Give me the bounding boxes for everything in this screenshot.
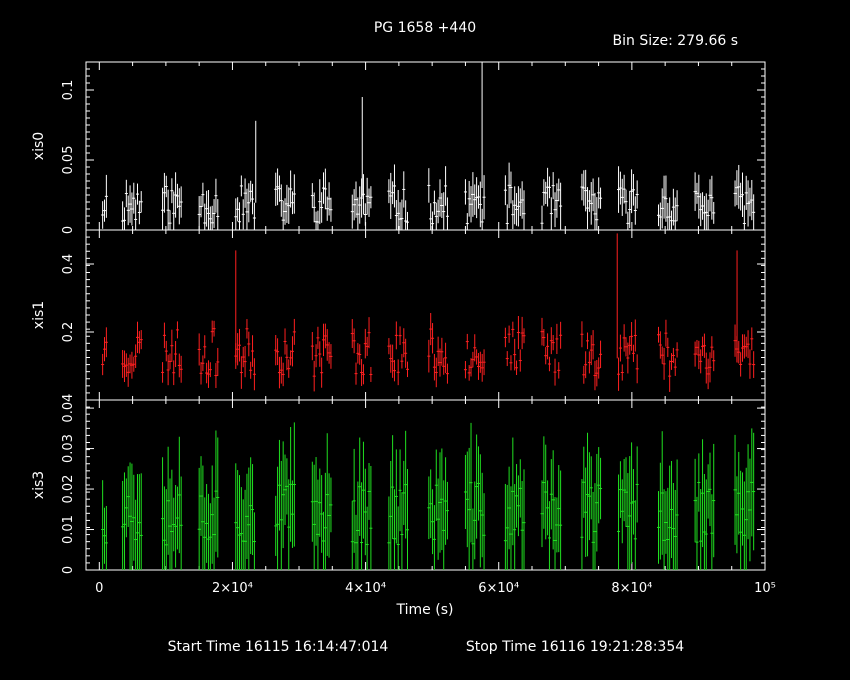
panel-frame — [85, 229, 766, 401]
y-tick-label: 0 — [61, 226, 76, 234]
panel-frame — [85, 61, 766, 231]
y-tick-label: 0.4 — [61, 254, 76, 275]
x-tick-label: 2×10⁴ — [212, 581, 253, 596]
y-axis-label: xis3 — [31, 471, 47, 499]
x-tick-label: 4×10⁴ — [345, 581, 386, 596]
x-tick-label: 10⁵ — [754, 581, 776, 596]
chart-title: PG 1658 +440 — [374, 20, 476, 36]
panel-xis0: 0 0.05 0.1 xis0 — [31, 61, 766, 234]
x-tick-label: 0 — [95, 581, 103, 596]
y-tick-label: 0.02 — [61, 475, 76, 504]
y-axis-label: xis1 — [31, 301, 47, 329]
light-curve-figure: PG 1658 +440 Bin Size: 279.66 s 0 0.05 0.1… — [31, 20, 776, 655]
y-axis-label: xis0 — [31, 132, 47, 160]
y-tick-label: 0.01 — [61, 515, 76, 544]
y-tick-label: 0 — [61, 566, 76, 574]
y-tick-label: 0.05 — [61, 146, 76, 175]
y-tick-label: 0.04 — [61, 394, 76, 423]
y-tick-label: 0.1 — [61, 80, 76, 101]
x-axis-label: Time (s) — [396, 602, 454, 618]
stop-time-label: Stop Time 16116 19:21:28:354 — [466, 639, 684, 655]
x-tick-label: 6×10⁴ — [478, 581, 519, 596]
x-tick-label: 8×10⁴ — [611, 581, 652, 596]
panel-xis1: 0.2 0.4 xis1 — [31, 229, 766, 401]
y-tick-label: 0.03 — [61, 434, 76, 463]
panel-frame — [85, 399, 766, 571]
y-tick-label: 0.2 — [61, 322, 76, 343]
start-time-label: Start Time 16115 16:14:47:014 — [168, 639, 389, 655]
panel-xis3: 0 0.01 0.02 0.03 0.04 0 2×10⁴ 4×10⁴ 6×10⁴ 8×10⁴ 10… — [31, 394, 776, 596]
bin-size-label: Bin Size: 279.66 s — [613, 33, 738, 49]
